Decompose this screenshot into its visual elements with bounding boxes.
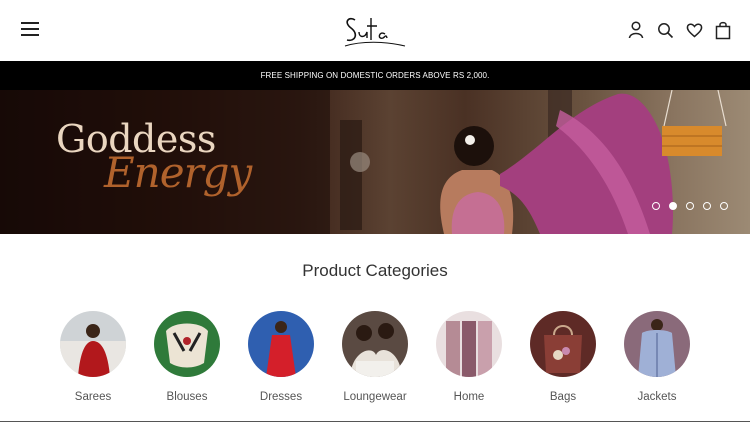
account-icon[interactable] <box>627 20 645 40</box>
category-image[interactable] <box>248 311 314 377</box>
section-title: Product Categories <box>302 261 448 280</box>
carousel-dot-4[interactable] <box>703 202 711 210</box>
category-list: Sarees Blouses Dresses Loungewear Home B… <box>60 311 690 403</box>
category-label: Dresses <box>259 391 303 403</box>
site-header <box>0 0 750 61</box>
announcement-bar: FREE SHIPPING ON DOMESTIC ORDERS ABOVE R… <box>0 61 750 90</box>
category-blouses[interactable]: Blouses <box>154 311 220 403</box>
announcement-text: FREE SHIPPING ON DOMESTIC ORDERS ABOVE R… <box>260 71 490 80</box>
cart-bag-icon[interactable] <box>714 20 732 40</box>
hamburger-icon[interactable] <box>21 22 39 36</box>
divider <box>0 421 750 422</box>
category-bags[interactable]: Bags <box>530 311 596 403</box>
category-label: Sarees <box>74 391 112 403</box>
category-sarees[interactable]: Sarees <box>60 311 126 403</box>
category-label: Blouses <box>166 391 208 403</box>
category-image[interactable] <box>436 311 502 377</box>
carousel-dot-3[interactable] <box>686 202 694 210</box>
category-loungewear[interactable]: Loungewear <box>342 311 408 403</box>
category-image[interactable] <box>60 311 126 377</box>
carousel-dot-2[interactable] <box>669 202 677 210</box>
category-jackets[interactable]: Jackets <box>624 311 690 403</box>
category-label: Loungewear <box>343 391 407 403</box>
carousel-dot-1[interactable] <box>652 202 660 210</box>
carousel-dots <box>652 202 728 210</box>
category-image[interactable] <box>342 311 408 377</box>
header-icons <box>627 19 732 41</box>
category-label: Bags <box>549 391 577 403</box>
category-label: Jackets <box>637 391 677 403</box>
category-home[interactable]: Home <box>436 311 502 403</box>
wishlist-heart-icon[interactable] <box>685 20 703 40</box>
category-image[interactable] <box>154 311 220 377</box>
category-image[interactable] <box>530 311 596 377</box>
search-icon[interactable] <box>656 20 674 40</box>
category-dresses[interactable]: Dresses <box>248 311 314 403</box>
category-image[interactable] <box>624 311 690 377</box>
suta-logo[interactable] <box>341 8 409 54</box>
category-label: Home <box>453 391 485 403</box>
carousel-dot-5[interactable] <box>720 202 728 210</box>
hero-title-line2: Energy <box>104 148 252 197</box>
